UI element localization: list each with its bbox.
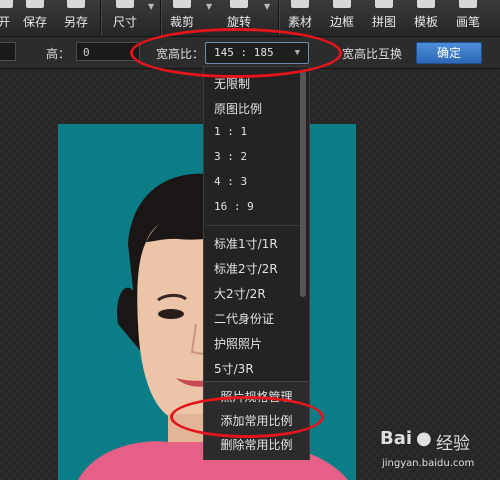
delete-common-ratio-item[interactable]: 删除常用比例 [204,436,309,453]
paw-icon: ● [416,428,432,449]
brush-icon [459,0,477,8]
dropdown-divider [206,225,300,226]
watermark-brand-jingyan: 经验 [436,434,470,454]
save-button[interactable]: 保存 [20,0,50,36]
save-label: 保存 [22,15,47,29]
preset-1-inch[interactable]: 标准1寸/1R [214,235,278,252]
puzzle-icon [375,0,393,8]
preset-2-inch[interactable]: 标准2寸/2R [214,260,278,277]
save-as-button[interactable]: 另存 [60,0,92,36]
border-icon [333,0,351,8]
dropdown-scrollbar[interactable] [300,71,306,297]
preset-large-2-inch[interactable]: 大2寸/2R [214,285,266,302]
preset-passport[interactable]: 护照照片 [214,335,262,352]
toolbar-divider [100,0,101,36]
border-button[interactable]: 边框 [326,0,358,36]
watermark-brand-bai: Bai [380,428,413,449]
preset-5-inch[interactable]: 5寸/3R [214,360,254,377]
template-button[interactable]: 模板 [410,0,442,36]
ratio-option-original[interactable]: 原图比例 [214,100,262,117]
swap-ratio-button[interactable]: 宽高比互换 [342,45,402,62]
open-icon [0,0,13,8]
ratio-option-16-9[interactable]: 16 : 9 [214,200,254,213]
resize-button[interactable]: 尺寸 [108,0,142,36]
toolbar-divider [160,0,161,36]
confirm-button[interactable]: 确定 [416,42,482,64]
ratio-option-3-2[interactable]: 3 : 2 [214,150,247,163]
highlight-oval-add-ratio [170,396,324,438]
save-as-label: 另存 [63,15,88,29]
preset-id-card[interactable]: 二代身份证 [214,310,274,327]
save-as-icon [67,0,85,8]
template-label: 模板 [413,15,438,29]
rotate-icon [230,0,248,8]
open-button[interactable]: 开 [0,0,16,36]
ratio-option-1-1[interactable]: 1 : 1 [214,125,247,138]
resize-label: 尺寸 [112,15,137,29]
save-icon [26,0,44,8]
template-icon [417,0,435,8]
puzzle-label: 拼图 [371,15,396,29]
material-label: 素材 [287,15,312,29]
puzzle-button[interactable]: 拼图 [368,0,400,36]
material-icon [291,0,309,8]
baidu-jingyan-watermark: Bai ● 经验 jingyan.baidu.com [356,418,500,480]
brush-button[interactable]: 画笔 [452,0,484,36]
border-label: 边框 [329,15,354,29]
resize-dropdown-icon[interactable]: ▼ [148,2,154,11]
brush-label: 画笔 [455,15,480,29]
width-input[interactable] [0,42,16,61]
crop-icon [173,0,191,8]
ratio-option-4-3[interactable]: 4 : 3 [214,175,247,188]
rotate-dropdown-icon[interactable]: ▼ [264,2,270,11]
height-label: 高： [46,47,71,61]
crop-label: 裁剪 [169,15,194,29]
highlight-oval-ratio [130,28,342,78]
watermark-url: jingyan.baidu.com [382,458,475,469]
crop-dropdown-icon[interactable]: ▼ [206,2,212,11]
resize-icon [116,0,134,8]
open-label: 开 [0,15,10,29]
